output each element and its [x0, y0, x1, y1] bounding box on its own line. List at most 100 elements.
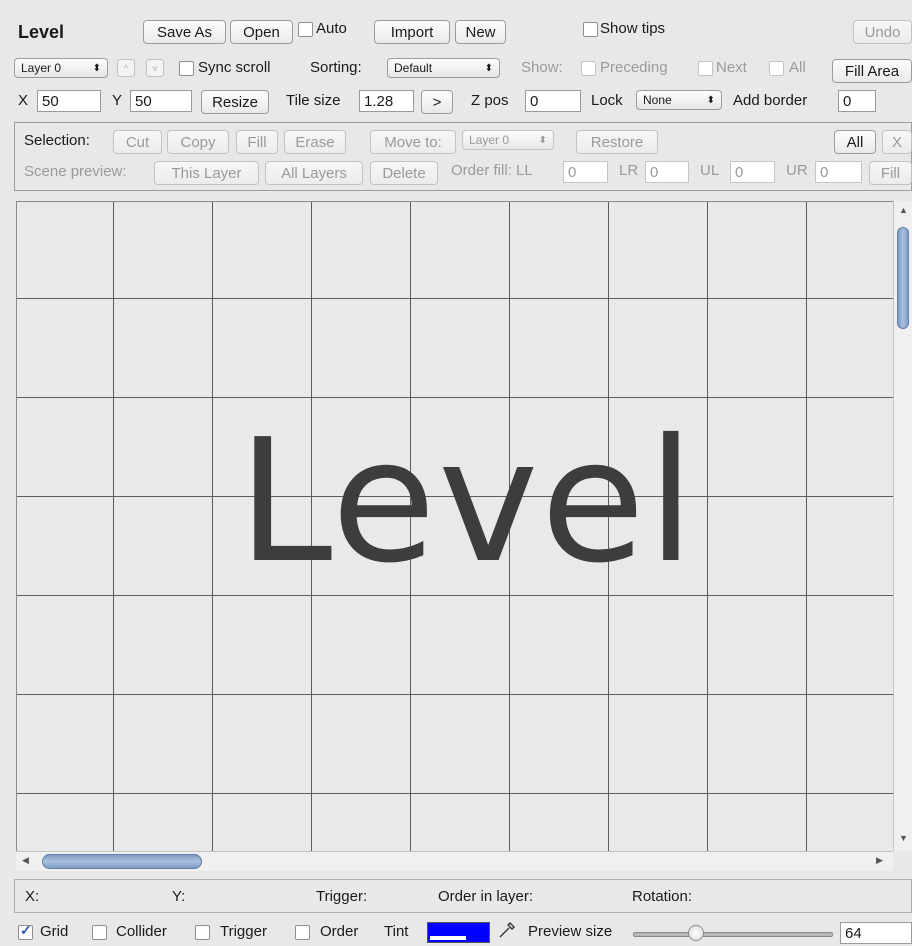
- show-tips-label: Show tips: [600, 20, 666, 37]
- order-fill-button[interactable]: Fill: [869, 161, 912, 185]
- window-title: Level: [18, 22, 65, 42]
- new-button[interactable]: New: [455, 20, 506, 44]
- ur-label: UR: [786, 162, 808, 179]
- trigger-label: Trigger: [220, 923, 267, 940]
- horizontal-scroll-thumb[interactable]: [42, 854, 202, 869]
- undo-button[interactable]: Undo: [853, 20, 912, 44]
- layer-select[interactable]: Layer 0 ⬍: [14, 58, 108, 78]
- sorting-select-value: Default: [394, 61, 433, 75]
- grid-line: [17, 694, 893, 695]
- select-arrows-icon: ⬍: [706, 94, 715, 106]
- save-as-button[interactable]: Save As: [143, 20, 226, 44]
- preceding-checkbox[interactable]: [581, 61, 596, 76]
- sorting-label: Sorting:: [310, 59, 362, 76]
- order-fill-ll-field[interactable]: [563, 161, 608, 183]
- clear-selection-button[interactable]: X: [882, 130, 912, 154]
- restore-button[interactable]: Restore: [576, 130, 658, 154]
- tile-size-field[interactable]: [359, 90, 414, 112]
- select-arrows-icon: ⬍: [92, 62, 101, 74]
- trigger-checkbox[interactable]: [195, 925, 210, 940]
- order-fill-ul-field[interactable]: [730, 161, 775, 183]
- sorting-select[interactable]: Default ⬍: [387, 58, 500, 78]
- eyedropper-icon[interactable]: [497, 920, 517, 944]
- scroll-left-icon[interactable]: ◀: [22, 855, 29, 866]
- order-label: Order: [320, 923, 359, 940]
- layer-select-value: Layer 0: [21, 61, 62, 75]
- x-size-field[interactable]: [37, 90, 101, 112]
- tint-label: Tint: [384, 923, 409, 940]
- add-border-field[interactable]: [838, 90, 876, 112]
- selection-label: Selection:: [24, 132, 90, 149]
- this-layer-button[interactable]: This Layer: [154, 161, 259, 185]
- show-tips-checkbox[interactable]: [583, 22, 598, 37]
- preceding-label: Preceding: [600, 59, 668, 76]
- grid-checkbox[interactable]: [18, 922, 33, 940]
- move-to-layer-select[interactable]: Layer 0 ⬍: [462, 130, 554, 150]
- all-layers-button[interactable]: All Layers: [265, 161, 363, 185]
- scroll-up-icon[interactable]: ▲: [899, 205, 908, 215]
- erase-button[interactable]: Erase: [284, 130, 346, 154]
- select-arrows-icon: ⬍: [484, 62, 493, 74]
- move-to-button[interactable]: Move to:: [370, 130, 456, 154]
- select-all-button[interactable]: All: [834, 130, 876, 154]
- fill-area-button[interactable]: Fill Area: [832, 59, 912, 83]
- sync-scroll-checkbox[interactable]: [179, 61, 194, 76]
- fill-selection-button[interactable]: Fill: [236, 130, 278, 154]
- chevron-down-icon: v: [152, 63, 158, 73]
- status-order-in-layer: Order in layer:: [438, 888, 534, 905]
- level-canvas[interactable]: Level: [16, 201, 893, 852]
- order-fill-lr-field[interactable]: [645, 161, 689, 183]
- select-arrows-icon: ⬍: [538, 134, 547, 146]
- ul-label: UL: [700, 162, 720, 179]
- layer-up-button[interactable]: ^: [117, 59, 135, 77]
- zpos-field[interactable]: [525, 90, 581, 112]
- tint-color-swatch[interactable]: [427, 922, 490, 943]
- preview-size-slider[interactable]: [633, 932, 833, 937]
- order-fill-ur-field[interactable]: [815, 161, 862, 183]
- move-to-layer-value: Layer 0: [469, 133, 510, 147]
- y-label: Y: [112, 92, 123, 109]
- sync-scroll-label: Sync scroll: [198, 59, 271, 76]
- next-label: Next: [716, 59, 747, 76]
- lock-label: Lock: [591, 92, 623, 109]
- auto-label: Auto: [316, 20, 347, 37]
- vertical-scroll-thumb[interactable]: [897, 227, 909, 329]
- order-fill-label: Order fill: LL: [451, 162, 533, 179]
- preview-size-field[interactable]: [840, 922, 912, 944]
- add-border-label: Add border: [733, 92, 808, 109]
- delete-button[interactable]: Delete: [370, 161, 438, 185]
- status-rotation: Rotation:: [632, 888, 693, 905]
- scroll-right-icon[interactable]: ▶: [876, 855, 883, 866]
- show-label: Show:: [521, 59, 563, 76]
- scene-preview-label: Scene preview:: [24, 163, 127, 180]
- layer-down-button[interactable]: v: [146, 59, 164, 77]
- tile-size-label: Tile size: [286, 92, 341, 109]
- grid-line: [17, 397, 893, 398]
- zpos-label: Z pos: [471, 92, 509, 109]
- preview-size-slider-thumb[interactable]: [688, 925, 704, 941]
- chevron-up-icon: ^: [123, 63, 129, 73]
- lock-select-value: None: [643, 93, 672, 107]
- grid-label: Grid: [40, 923, 69, 940]
- collider-checkbox[interactable]: [92, 925, 107, 940]
- status-x: X:: [25, 888, 40, 905]
- tile-size-apply-button[interactable]: >: [421, 90, 453, 114]
- status-trigger: Trigger:: [316, 888, 368, 905]
- open-button[interactable]: Open: [230, 20, 293, 44]
- lr-label: LR: [619, 162, 639, 179]
- y-size-field[interactable]: [130, 90, 192, 112]
- next-checkbox[interactable]: [698, 61, 713, 76]
- scroll-down-icon[interactable]: ▼: [899, 833, 908, 843]
- resize-button[interactable]: Resize: [201, 90, 269, 114]
- canvas-watermark: Level: [237, 403, 697, 601]
- cut-button[interactable]: Cut: [113, 130, 162, 154]
- vertical-scrollbar[interactable]: ▲ ▼: [893, 201, 912, 851]
- lock-select[interactable]: None ⬍: [636, 90, 722, 110]
- horizontal-scrollbar[interactable]: ◀ ▶: [16, 851, 893, 871]
- import-button[interactable]: Import: [374, 20, 450, 44]
- grid-line: [17, 793, 893, 794]
- copy-button[interactable]: Copy: [167, 130, 229, 154]
- all-checkbox[interactable]: [769, 61, 784, 76]
- order-checkbox[interactable]: [295, 925, 310, 940]
- auto-checkbox[interactable]: [298, 22, 313, 37]
